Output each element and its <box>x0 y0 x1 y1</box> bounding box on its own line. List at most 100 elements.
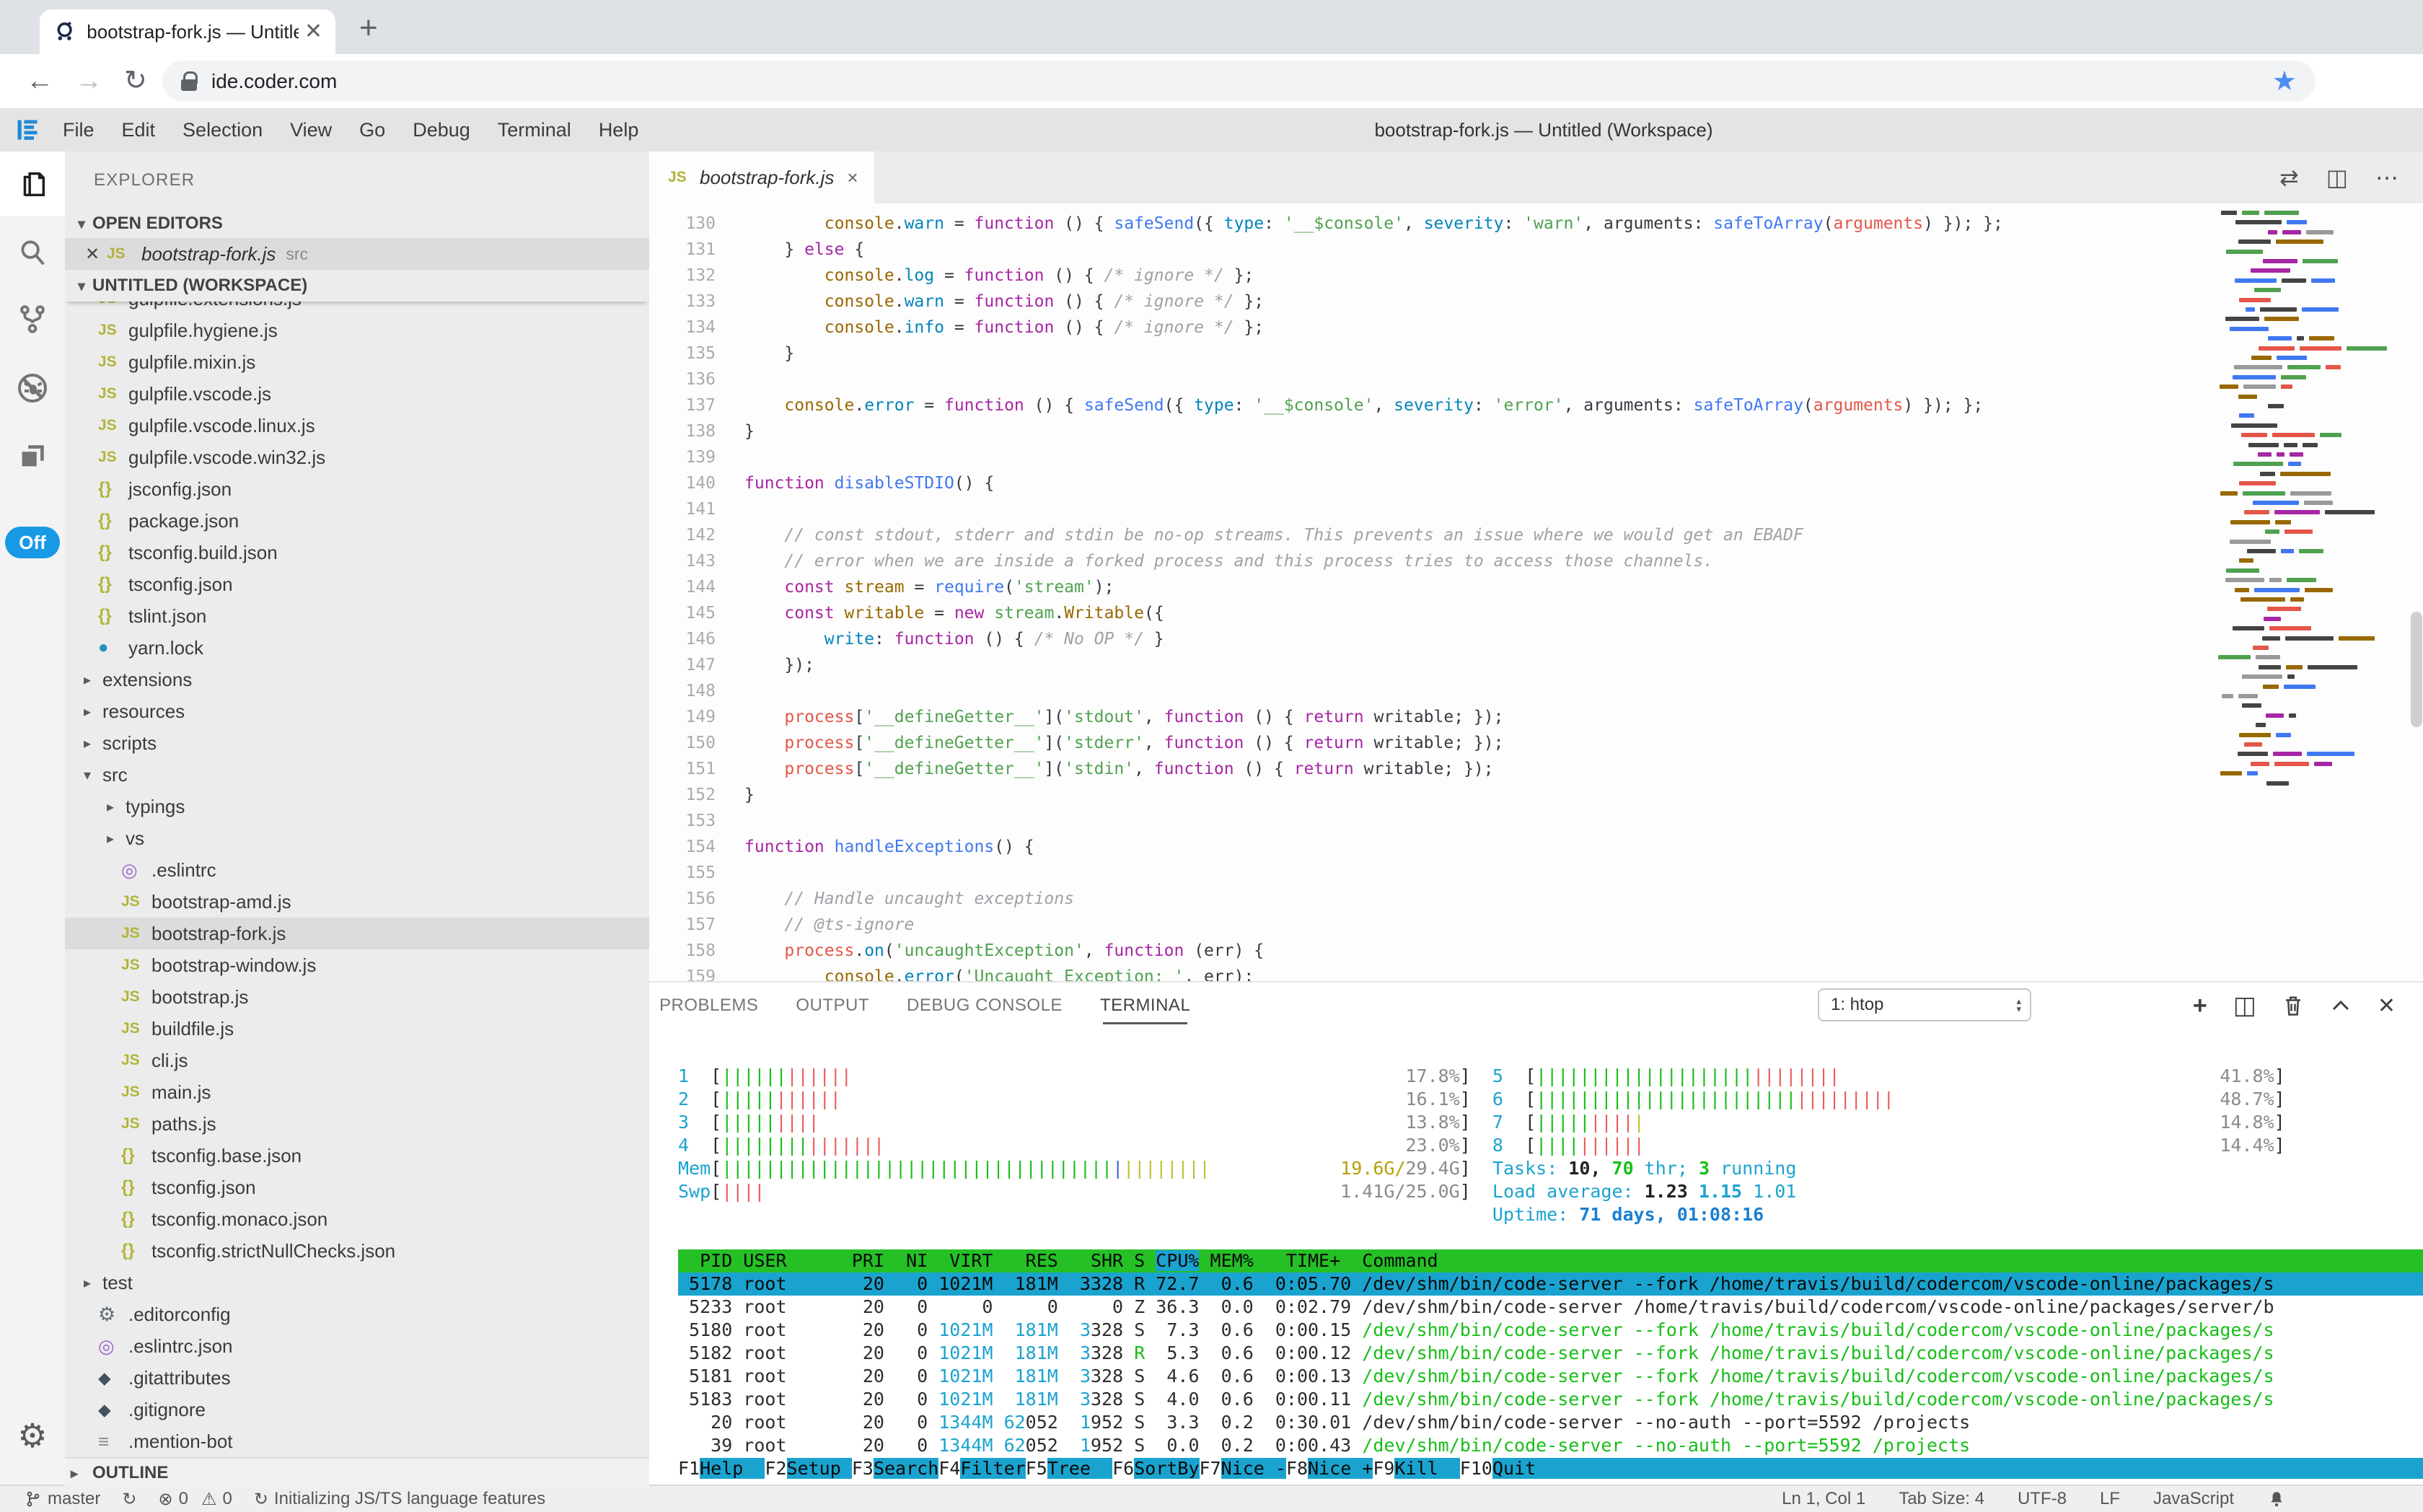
forward-icon[interactable]: → <box>75 63 102 99</box>
menu-selection[interactable]: Selection <box>169 119 276 141</box>
tree-item-paths.js[interactable]: JSpaths.js <box>65 1108 649 1140</box>
tree-item-scripts[interactable]: ▸scripts <box>65 727 649 759</box>
workspace-header[interactable]: ▾ UNTITLED (WORKSPACE) <box>65 270 649 302</box>
eol-sequence[interactable]: LF <box>2100 1489 2120 1509</box>
open-changes-icon[interactable]: ⇄ <box>2279 164 2299 191</box>
back-icon[interactable]: ← <box>26 63 53 99</box>
tree-item-.mention-bot[interactable]: ≡.mention-bot <box>65 1425 649 1457</box>
tab-close-icon[interactable]: ✕ <box>304 21 322 43</box>
editor-scrollbar[interactable] <box>2411 612 2422 727</box>
tree-item-gulpfile.hygiene.js[interactable]: JSgulpfile.hygiene.js <box>65 315 649 346</box>
tree-item-.eslintrc.json[interactable]: ◎.eslintrc.json <box>65 1330 649 1362</box>
tree-item-gulpfile.mixin.js[interactable]: JSgulpfile.mixin.js <box>65 346 649 378</box>
search-icon[interactable] <box>0 220 65 285</box>
tree-item-src[interactable]: ▾src <box>65 759 649 791</box>
tree-item-jsconfig.json[interactable]: {}jsconfig.json <box>65 473 649 505</box>
tree-item-.gitattributes[interactable]: ◆.gitattributes <box>65 1362 649 1394</box>
maximize-panel-icon[interactable] <box>2330 995 2352 1016</box>
tree-item-resources[interactable]: ▸resources <box>65 695 649 727</box>
tree-item-tsconfig.json[interactable]: {}tsconfig.json <box>65 1172 649 1203</box>
tree-item-tslint.json[interactable]: {}tslint.json <box>65 600 649 632</box>
settings-gear-icon[interactable]: ⚙ <box>0 1410 65 1461</box>
extensions-icon[interactable] <box>0 423 65 488</box>
menu-help[interactable]: Help <box>585 119 653 141</box>
tree-item-tsconfig.json[interactable]: {}tsconfig.json <box>65 568 649 600</box>
panel-tab-output[interactable]: OUTPUT <box>794 985 871 1026</box>
js-file-icon: JS <box>121 1052 151 1069</box>
menu-edit[interactable]: Edit <box>108 119 170 141</box>
source-control-icon[interactable] <box>0 286 65 351</box>
editor-tab-bootstrap-fork[interactable]: JS bootstrap-fork.js × <box>649 151 874 203</box>
menu-view[interactable]: View <box>276 119 346 141</box>
tree-item-tsconfig.build.json[interactable]: {}tsconfig.build.json <box>65 537 649 568</box>
menu-file[interactable]: File <box>49 119 108 141</box>
cursor-position[interactable]: Ln 1, Col 1 <box>1782 1489 1865 1509</box>
file-file-icon: ≡ <box>98 1430 128 1453</box>
kill-terminal-icon[interactable] <box>2282 993 2304 1018</box>
explorer-icon[interactable] <box>0 151 65 216</box>
tree-item-gulpfile.vscode.js[interactable]: JSgulpfile.vscode.js <box>65 378 649 410</box>
browser-tab[interactable]: bootstrap-fork.js — Untitled (W ✕ <box>40 9 335 54</box>
new-tab-button[interactable]: + <box>359 10 378 46</box>
language-mode[interactable]: JavaScript <box>2153 1489 2234 1509</box>
panel-tab-problems[interactable]: PROBLEMS <box>658 985 760 1026</box>
tree-item-gulpfile.vscode.linux.js[interactable]: JSgulpfile.vscode.linux.js <box>65 410 649 441</box>
url-bar[interactable]: ide.coder.com ★ <box>162 61 2316 102</box>
tree-item-.eslintrc[interactable]: ◎.eslintrc <box>65 854 649 886</box>
language-status-item[interactable]: ↻ Initializing JS/TS language features <box>254 1489 545 1510</box>
tree-item-tsconfig.monaco.json[interactable]: {}tsconfig.monaco.json <box>65 1203 649 1235</box>
git-branch-item[interactable]: master <box>25 1489 100 1509</box>
open-editor-item[interactable]: ✕ JS bootstrap-fork.js src <box>65 238 649 270</box>
tree-item-gulpfile.vscode.win32.js[interactable]: JSgulpfile.vscode.win32.js <box>65 441 649 473</box>
json-file-icon: {} <box>121 1146 151 1166</box>
panel-tab-debug-console[interactable]: DEBUG CONSOLE <box>905 985 1064 1026</box>
tree-item-bootstrap-amd.js[interactable]: JSbootstrap-amd.js <box>65 886 649 918</box>
close-icon[interactable]: ✕ <box>85 244 107 265</box>
tree-item-vs[interactable]: ▸vs <box>65 822 649 854</box>
menu-terminal[interactable]: Terminal <box>484 119 585 141</box>
code-editor[interactable]: 130 console.warn = function () { safeSen… <box>649 203 2423 981</box>
terminal-select[interactable]: 1: htop ▴▾ <box>1818 988 2031 1021</box>
tree-item-tsconfig.base.json[interactable]: {}tsconfig.base.json <box>65 1140 649 1172</box>
tree-item-yarn.lock[interactable]: ●yarn.lock <box>65 632 649 664</box>
tree-item-.gitignore[interactable]: ◆.gitignore <box>65 1394 649 1425</box>
bookmark-star-icon[interactable]: ★ <box>2272 65 2297 97</box>
open-editor-name: bootstrap-fork.js <box>141 243 276 265</box>
tree-item-cli.js[interactable]: JScli.js <box>65 1045 649 1076</box>
tree-item-bootstrap-window.js[interactable]: JSbootstrap-window.js <box>65 949 649 981</box>
tree-item-tsconfig.strictNullChecks.json[interactable]: {}tsconfig.strictNullChecks.json <box>65 1235 649 1267</box>
notifications-bell-icon[interactable] <box>2267 1490 2286 1508</box>
sync-icon[interactable]: ↻ <box>122 1489 136 1510</box>
off-toggle-badge[interactable]: Off <box>5 527 60 558</box>
tree-item-bootstrap.js[interactable]: JSbootstrap.js <box>65 981 649 1013</box>
open-editors-header[interactable]: ▾ OPEN EDITORS <box>65 208 649 239</box>
tree-item-.editorconfig[interactable]: ⚙.editorconfig <box>65 1298 649 1330</box>
tree-item-extensions[interactable]: ▸extensions <box>65 664 649 695</box>
debug-disabled-icon[interactable] <box>0 356 65 421</box>
split-terminal-icon[interactable]: ◫ <box>2233 991 2256 1020</box>
encoding[interactable]: UTF-8 <box>2018 1489 2067 1509</box>
reload-icon[interactable]: ↻ <box>124 63 147 99</box>
new-terminal-icon[interactable]: + <box>2193 992 2207 1020</box>
problems-item[interactable]: ⊗0 ⚠0 <box>158 1489 232 1510</box>
tree-item-test[interactable]: ▸test <box>65 1267 649 1298</box>
panel-tab-terminal[interactable]: TERMINAL <box>1099 985 1192 1026</box>
split-editor-icon[interactable]: ◫ <box>2326 164 2348 191</box>
tree-item-label: package.json <box>128 510 239 532</box>
more-actions-icon[interactable]: ⋯ <box>2375 164 2398 191</box>
tab-close-icon[interactable]: × <box>847 167 858 189</box>
tree-item-buildfile.js[interactable]: JSbuildfile.js <box>65 1013 649 1045</box>
tree-item-package.json[interactable]: {}package.json <box>65 505 649 537</box>
close-panel-icon[interactable]: ✕ <box>2378 993 2396 1019</box>
explorer-sidebar: EXPLORER ▾ OPEN EDITORS ✕ JS bootstrap-f… <box>65 151 649 1486</box>
tree-item-bootstrap-fork.js[interactable]: JSbootstrap-fork.js <box>65 918 649 949</box>
minimap[interactable] <box>2218 211 2403 975</box>
indentation[interactable]: Tab Size: 4 <box>1899 1489 1984 1509</box>
js-file-icon: JS <box>98 449 128 466</box>
menu-go[interactable]: Go <box>346 119 399 141</box>
tree-item-main.js[interactable]: JSmain.js <box>65 1076 649 1108</box>
menu-debug[interactable]: Debug <box>399 119 484 141</box>
tree-item-typings[interactable]: ▸typings <box>65 791 649 822</box>
terminal-htop[interactable]: 1 [|||||||||||| 17.8%] 5 [||||||||||||||… <box>678 1065 2423 1487</box>
outline-header[interactable]: ▸ OUTLINE <box>65 1457 649 1486</box>
